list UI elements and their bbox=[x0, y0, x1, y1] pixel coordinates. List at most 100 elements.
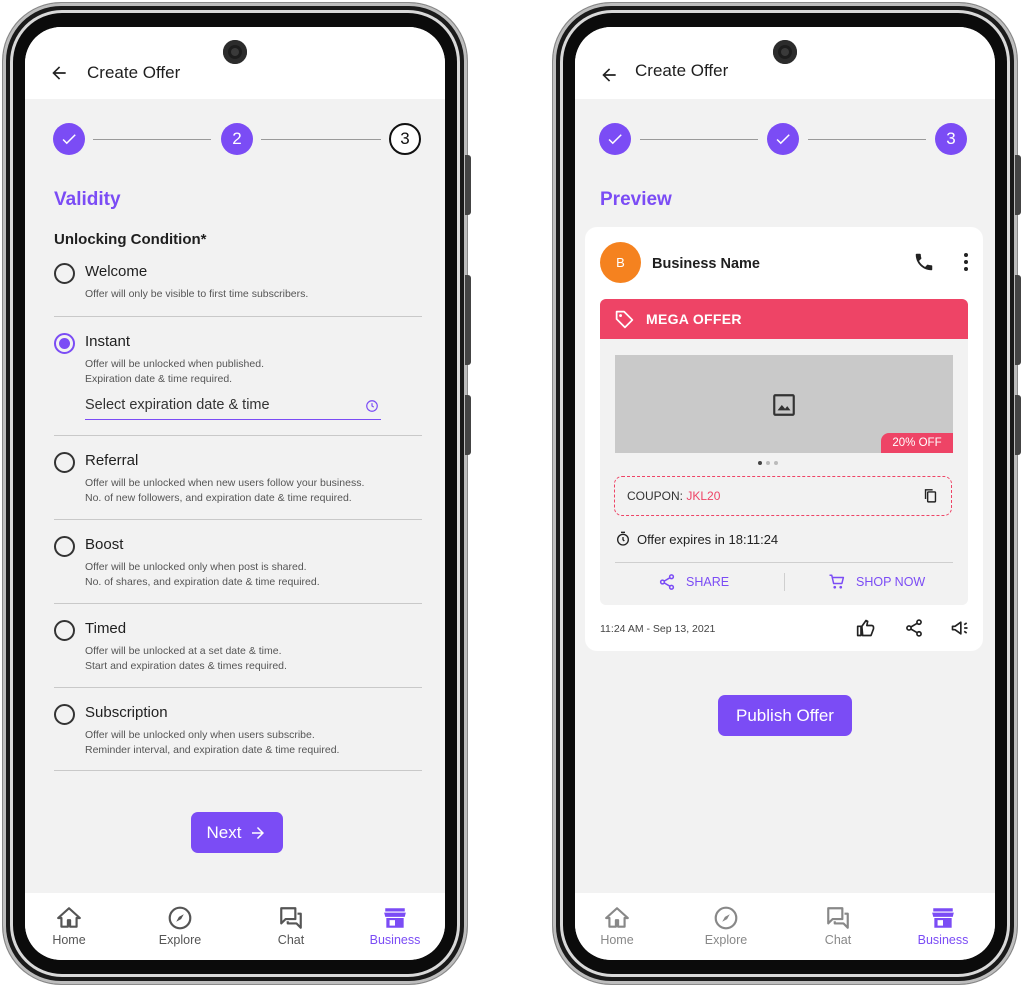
thumbs-up-icon[interactable] bbox=[856, 618, 876, 638]
step-1-complete bbox=[53, 123, 85, 155]
copy-icon[interactable] bbox=[922, 487, 939, 504]
next-button[interactable]: Next bbox=[191, 812, 283, 853]
divider bbox=[54, 603, 422, 604]
nav-business[interactable]: Business bbox=[903, 905, 983, 947]
clock-icon[interactable] bbox=[365, 399, 379, 413]
divider bbox=[54, 316, 422, 317]
offer-expiry: Offer expires in 18:11:24 bbox=[615, 531, 778, 547]
radio-button[interactable] bbox=[54, 704, 75, 725]
step-1-complete bbox=[599, 123, 631, 155]
check-icon bbox=[62, 134, 76, 145]
radio-button[interactable] bbox=[54, 263, 75, 284]
divider bbox=[54, 519, 422, 520]
front-camera bbox=[223, 40, 247, 64]
publish-offer-button[interactable]: Publish Offer bbox=[718, 695, 852, 736]
power-button bbox=[1015, 395, 1021, 455]
section-title: Validity bbox=[54, 189, 121, 210]
check-icon bbox=[608, 134, 622, 145]
back-arrow-icon[interactable] bbox=[49, 63, 69, 83]
option-description: Offer will be unlocked only when post is… bbox=[85, 561, 320, 588]
home-icon bbox=[57, 907, 81, 928]
front-camera bbox=[773, 40, 797, 64]
section-title: Preview bbox=[600, 189, 672, 210]
share-icon bbox=[659, 574, 675, 590]
expiration-date-input[interactable]: Select expiration date & time bbox=[85, 395, 381, 420]
nav-chat[interactable]: Chat bbox=[798, 905, 878, 947]
volume-button bbox=[465, 155, 471, 215]
nav-home[interactable]: Home bbox=[577, 905, 657, 947]
radio-button-selected[interactable] bbox=[54, 333, 75, 354]
nav-chat[interactable]: Chat bbox=[251, 905, 331, 947]
back-arrow-icon[interactable] bbox=[599, 65, 619, 85]
volume-button bbox=[1015, 275, 1021, 365]
step-3-pending: 3 bbox=[389, 123, 421, 155]
screen-preview: Create Offer 3 Preview B Business Name M… bbox=[575, 27, 995, 960]
tag-icon bbox=[615, 310, 634, 329]
offer-preview-card: B Business Name MEGA OFFER 20% OFF COUPO… bbox=[585, 227, 983, 651]
check-icon bbox=[776, 134, 790, 145]
option-label: Welcome bbox=[85, 263, 148, 280]
cart-icon bbox=[829, 574, 845, 589]
step-2-current: 2 bbox=[221, 123, 253, 155]
arrow-right-icon bbox=[252, 826, 265, 839]
business-name: Business Name bbox=[652, 256, 760, 272]
shop-now-button[interactable]: SHOP NOW bbox=[828, 573, 925, 591]
radio-button[interactable] bbox=[54, 620, 75, 641]
nav-explore[interactable]: Explore bbox=[686, 905, 766, 947]
phone-frame-right: Create Offer 3 Preview B Business Name M… bbox=[553, 3, 1021, 984]
step-2-complete bbox=[767, 123, 799, 155]
radio-button[interactable] bbox=[54, 536, 75, 557]
unlocking-condition-label: Unlocking Condition* bbox=[54, 231, 207, 248]
divider bbox=[54, 770, 422, 771]
radio-button[interactable] bbox=[54, 452, 75, 473]
action-divider bbox=[784, 573, 785, 591]
more-vertical-icon[interactable] bbox=[959, 251, 973, 273]
megaphone-icon[interactable] bbox=[950, 618, 970, 638]
option-label: Subscription bbox=[85, 704, 168, 721]
step-connector bbox=[808, 139, 926, 140]
option-label: Referral bbox=[85, 452, 139, 469]
option-label: Boost bbox=[85, 536, 124, 553]
store-icon bbox=[932, 908, 954, 928]
coupon-code: JKL20 bbox=[686, 489, 721, 503]
avatar: B bbox=[600, 242, 641, 283]
offer-box: MEGA OFFER 20% OFF COUPON: JKL20 Offer e… bbox=[600, 299, 968, 605]
step-connector bbox=[640, 139, 758, 140]
divider bbox=[54, 435, 422, 436]
volume-button bbox=[465, 275, 471, 365]
chat-icon bbox=[827, 907, 849, 929]
nav-business[interactable]: Business bbox=[355, 905, 435, 947]
phone-frame-left: Create Offer 2 3 Validity Unlocking Cond… bbox=[3, 3, 471, 984]
share-button[interactable]: SHARE bbox=[658, 573, 729, 591]
option-description: Offer will be unlocked when new users fo… bbox=[85, 477, 365, 504]
page-title: Create Offer bbox=[635, 61, 729, 80]
store-icon bbox=[384, 908, 406, 928]
chat-icon bbox=[280, 907, 302, 929]
option-description: Offer will be unlocked when published. E… bbox=[85, 358, 264, 385]
bottom-nav: Home Explore Chat Business bbox=[25, 893, 445, 960]
compass-icon bbox=[168, 906, 192, 930]
home-icon bbox=[605, 907, 629, 928]
option-description: Offer will be unlocked only when users s… bbox=[85, 729, 340, 756]
option-label: Instant bbox=[85, 333, 131, 350]
page-title: Create Offer bbox=[87, 63, 181, 82]
offer-header: MEGA OFFER bbox=[600, 299, 968, 339]
power-button bbox=[465, 395, 471, 455]
carousel-dots bbox=[758, 461, 788, 467]
phone-icon[interactable] bbox=[913, 251, 935, 273]
option-description: Offer will only be visible to first time… bbox=[85, 288, 309, 300]
option-description: Offer will be unlocked at a set date & t… bbox=[85, 645, 287, 672]
offer-image-placeholder[interactable]: 20% OFF bbox=[615, 355, 953, 453]
nav-home[interactable]: Home bbox=[29, 905, 109, 947]
timer-icon bbox=[617, 531, 629, 546]
step-connector bbox=[261, 139, 381, 140]
compass-icon bbox=[714, 906, 738, 930]
nav-explore[interactable]: Explore bbox=[140, 905, 220, 947]
screen-validity: Create Offer 2 3 Validity Unlocking Cond… bbox=[25, 27, 445, 960]
option-label: Timed bbox=[85, 620, 127, 637]
image-icon bbox=[773, 394, 795, 416]
discount-badge: 20% OFF bbox=[881, 433, 953, 453]
share-icon[interactable] bbox=[904, 618, 924, 638]
volume-button bbox=[1015, 155, 1021, 215]
step-connector bbox=[93, 139, 211, 140]
